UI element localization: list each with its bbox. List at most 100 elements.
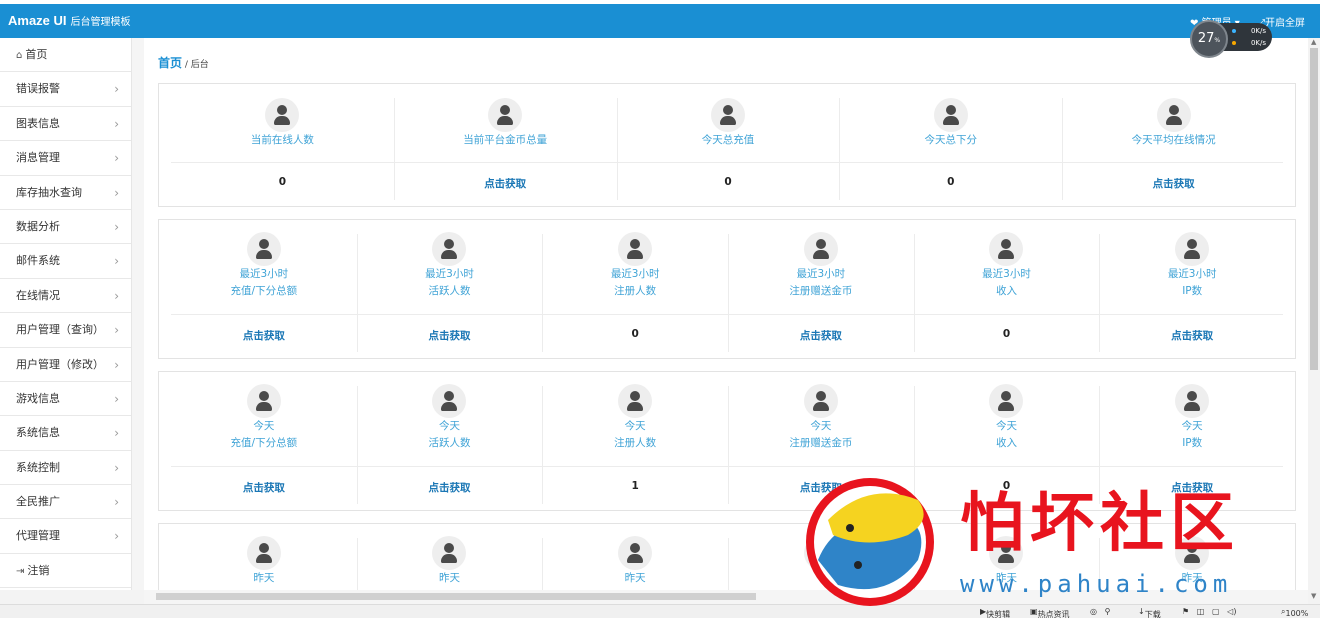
- download-speed: 0K/s: [1250, 39, 1266, 47]
- sidebar-item[interactable]: 图表信息 ›: [0, 107, 131, 142]
- home-icon: ⌂: [16, 50, 23, 61]
- stat-title: 昨天: [438, 572, 460, 584]
- stat-card: 最近3小时 IP数 点击获取: [1099, 220, 1285, 358]
- stat-card: 今天 注册人数 1: [542, 372, 728, 510]
- top-bar: Amaze UI后台管理模板 ❤ 管理员 ▾ ⤢开启全屏: [0, 4, 1320, 38]
- chevron-right-icon: ›: [114, 254, 119, 269]
- logout-icon: ⇥: [16, 565, 25, 577]
- stat-value: 0: [1002, 328, 1011, 340]
- stat-subtitle: 收入: [995, 437, 1017, 449]
- user-avatar-icon: [488, 98, 523, 132]
- network-speed-widget[interactable]: 0K/s 0K/s 27%: [1190, 20, 1274, 58]
- sidebar-item-label: 库存抽水查询: [16, 185, 82, 199]
- sidebar-item[interactable]: 库存抽水查询 ›: [0, 176, 131, 210]
- sidebar-item[interactable]: 代理管理 ›: [0, 519, 131, 554]
- breadcrumb-sep: /: [182, 60, 191, 70]
- fetch-value-link[interactable]: 点击获取: [171, 480, 357, 495]
- user-avatar-icon: [432, 232, 467, 266]
- user-avatar-icon: [989, 232, 1024, 266]
- breadcrumb-home[interactable]: 首页: [158, 56, 182, 70]
- sidebar-item[interactable]: 数据分析 ›: [0, 210, 131, 245]
- stat-title: 今天: [1181, 420, 1203, 432]
- chevron-right-icon: ›: [114, 426, 119, 441]
- fetch-value-link[interactable]: 点击获取: [728, 328, 914, 343]
- sidebar-item-label: 用户管理（查询）: [16, 323, 104, 337]
- user-avatar-icon: [1156, 98, 1191, 132]
- stat-card: 当前平台金币总量 点击获取: [393, 84, 617, 206]
- fetch-value-link[interactable]: 点击获取: [357, 480, 543, 495]
- user-avatar-icon: [618, 232, 653, 266]
- stat-title: 今天: [810, 420, 832, 432]
- download-dot: [1232, 41, 1236, 45]
- sidebar-item[interactable]: 用户管理（修改） ›: [0, 348, 131, 382]
- stat-title: 最近3小时: [982, 268, 1031, 280]
- fish-logo-icon: [806, 478, 934, 606]
- fetch-value-link[interactable]: 点击获取: [357, 328, 543, 343]
- status-download-label: 下载: [1144, 610, 1161, 618]
- memory-percent: 27: [1197, 31, 1215, 46]
- chevron-right-icon: ›: [114, 323, 119, 338]
- sidebar-item[interactable]: ⌂ 首页: [0, 38, 131, 73]
- stat-title: 最近3小时: [796, 268, 846, 280]
- fetch-value-link[interactable]: 点击获取: [1062, 176, 1285, 191]
- scroll-up-icon[interactable]: ▲: [1311, 38, 1316, 46]
- sidebar-item-label: 首页: [25, 48, 48, 61]
- brand-subtitle: 后台管理模板: [70, 17, 131, 28]
- sidebar-item-label: 邮件系统: [16, 254, 60, 268]
- chevron-right-icon: ›: [114, 529, 119, 544]
- breadcrumb: 首页 / 后台: [158, 54, 209, 71]
- status-zoom-label: 100%: [1285, 609, 1309, 618]
- sidebar-item-label: 错误报警: [16, 82, 60, 96]
- sidebar-item-label: 数据分析: [16, 219, 60, 233]
- user-avatar-icon: [933, 98, 968, 132]
- stat-title: 今天总充值: [701, 134, 755, 146]
- app-brand[interactable]: Amaze UI 后台管理模板: [8, 13, 131, 28]
- sidebar-item[interactable]: 系统控制 ›: [0, 451, 131, 486]
- sidebar-item[interactable]: 系统信息 ›: [0, 416, 131, 451]
- sidebar-item-label: 在线情况: [16, 288, 60, 302]
- hscroll-thumb[interactable]: [156, 593, 756, 600]
- stat-card: 最近3小时 活跃人数 点击获取: [356, 220, 543, 358]
- sidebar-item[interactable]: 用户管理（查询） ›: [0, 313, 131, 348]
- user-avatar-icon: [432, 536, 467, 570]
- chevron-right-icon: ›: [114, 185, 119, 200]
- sidebar-item-label: 游戏信息: [16, 391, 60, 405]
- sidebar-item[interactable]: 在线情况 ›: [0, 279, 131, 314]
- stat-title: 当前在线人数: [250, 134, 314, 146]
- user-avatar-icon: [265, 98, 300, 132]
- stat-card: 今天总充值 0: [616, 84, 840, 206]
- fetch-value-link[interactable]: 点击获取: [394, 176, 617, 191]
- sidebar: ⌂ 首页错误报警 › 图表信息 › 消息管理 › 库存抽水查询 › 数据分析 › 邮件系统 › 在线情况 ›…: [0, 38, 132, 590]
- sidebar-item[interactable]: 错误报警 ›: [0, 72, 131, 107]
- stat-title: 今天: [438, 420, 460, 432]
- stat-subtitle: 活跃人数: [428, 437, 471, 449]
- stat-subtitle: 充值/下分总额: [230, 437, 298, 449]
- sidebar-item[interactable]: 游戏信息 ›: [0, 382, 131, 417]
- sidebar-item[interactable]: 消息管理 ›: [0, 141, 131, 176]
- chevron-right-icon: ›: [114, 288, 119, 303]
- sidebar-item[interactable]: ⇥ 注销: [0, 554, 131, 589]
- scroll-thumb[interactable]: [1310, 48, 1318, 370]
- upload-speed: 0K/s: [1250, 27, 1266, 35]
- user-avatar-icon: [246, 232, 281, 266]
- user-avatar-icon: [710, 98, 745, 132]
- stat-value: 0: [278, 176, 287, 188]
- fetch-value-link[interactable]: 点击获取: [1099, 328, 1285, 343]
- sidebar-item-label: 系统信息: [16, 426, 60, 440]
- sidebar-item[interactable]: 全民推广 ›: [0, 485, 131, 520]
- fetch-value-link[interactable]: 点击获取: [171, 328, 357, 343]
- sidebar-item-label: 代理管理: [16, 529, 60, 543]
- stat-title: 今天总下分: [924, 134, 978, 146]
- chevron-right-icon: ›: [114, 219, 119, 234]
- sidebar-item[interactable]: 邮件系统 ›: [0, 244, 131, 279]
- sidebar-scrollbar[interactable]: ▾: [132, 38, 144, 604]
- stats-panel: 最近3小时 充值/下分总额 点击获取 最近3小时 活跃人数 点击获取 最近3小时 注册人数 0 最…: [158, 219, 1296, 359]
- stat-title: 最近3小时: [1167, 268, 1217, 280]
- stat-subtitle: 注册赠送金币: [789, 437, 853, 449]
- stat-value: 1: [631, 480, 639, 492]
- stat-title: 今天平均在线情况: [1131, 134, 1216, 146]
- watermark-text: 怕坏社区: [960, 486, 1240, 561]
- percent-unit: %: [1214, 37, 1221, 44]
- sidebar-item-label: 注销: [27, 563, 50, 577]
- chevron-right-icon: ›: [114, 82, 119, 97]
